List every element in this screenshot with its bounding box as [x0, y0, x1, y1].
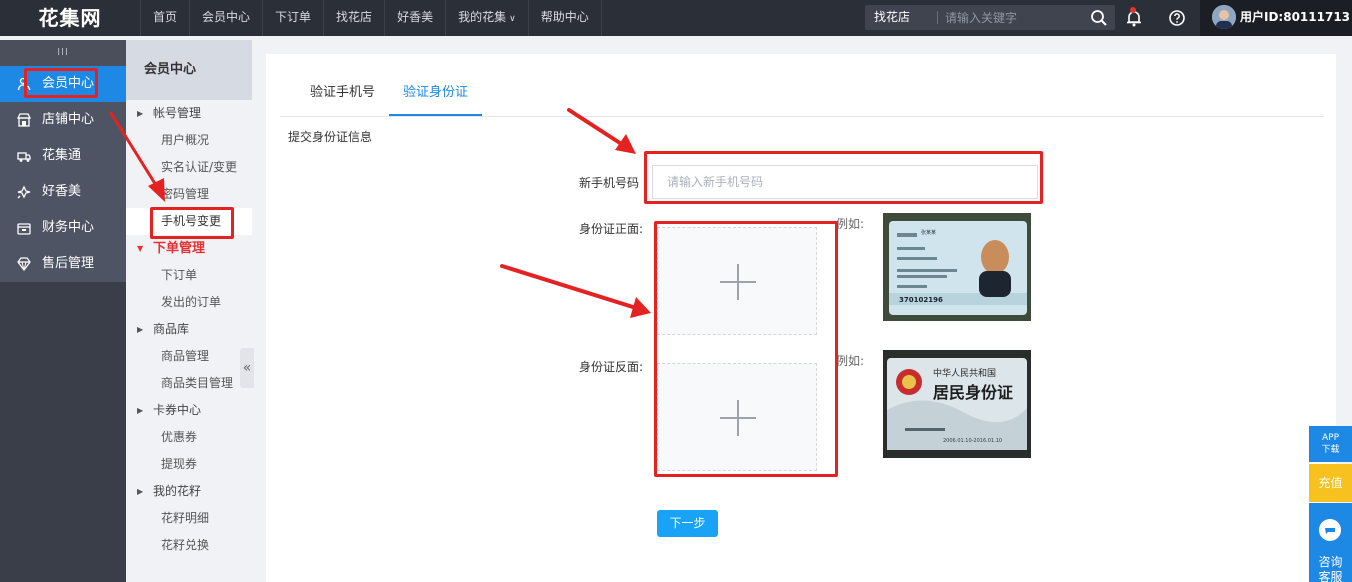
submenu-place-order[interactable]: 下订单 — [126, 262, 252, 289]
submenu-seed-exchange[interactable]: 花籽兑换 — [126, 532, 252, 559]
diamond-icon — [17, 257, 31, 271]
tab-verify-id[interactable]: 验证身份证 — [389, 78, 483, 116]
nav-my-huaji[interactable]: 我的花集 ∨ — [445, 0, 528, 36]
submenu-group-label: 帐号管理 — [153, 106, 202, 120]
submenu-password[interactable]: 密码管理 — [126, 181, 252, 208]
id-back-example-country: 中华人民共和国 — [933, 367, 996, 379]
search-input[interactable] — [945, 7, 1085, 28]
top-bar: 花集网 首页 会员中心 下订单 找花店 好香美 我的花集∨ 帮助中心 找花店 用… — [0, 0, 1352, 36]
caret-right-icon: ▶ — [137, 109, 144, 118]
sidebar-item-shop-center[interactable]: 店铺中心 — [0, 102, 126, 138]
app-download-label-line1: APP — [1321, 433, 1339, 443]
submenu-group-label: 卡券中心 — [153, 403, 202, 417]
flower-icon — [17, 185, 31, 199]
id-back-example-validity: 2006.01.10-2016.01.10 — [943, 438, 1002, 444]
annotation-box-phone-change — [150, 207, 234, 239]
annotation-box-member-center — [24, 68, 98, 98]
submenu-group-products[interactable]: ▶ 商品库 — [126, 316, 252, 343]
example-label-front: 例如: — [836, 217, 865, 231]
chat-icon — [1319, 519, 1341, 541]
main-sidebar: III 会员中心 店铺中心 花集通 好香美 财务中心 售后管理 — [0, 40, 126, 582]
sidebar-item-label: 财务中心 — [42, 220, 95, 235]
customer-service-label-line1: 咨询 — [1318, 555, 1343, 569]
shop-icon — [17, 113, 31, 127]
id-front-example-image: 张某某 370102196 — [883, 213, 1031, 321]
submenu-withdraw-coupons[interactable]: 提现券 — [126, 451, 252, 478]
avatar — [1212, 5, 1236, 29]
sidebar-item-finance-center[interactable]: 财务中心 — [0, 210, 126, 246]
tab-divider — [280, 116, 1324, 117]
customer-service-button[interactable]: 咨询 客服 — [1309, 503, 1352, 582]
sidebar-menu: 会员中心 店铺中心 花集通 好香美 财务中心 售后管理 — [0, 66, 126, 282]
nav-member-center[interactable]: 会员中心 — [189, 0, 262, 36]
sidebar-item-huajitong[interactable]: 花集通 — [0, 138, 126, 174]
phone-label: 新手机号码 — [579, 176, 640, 190]
search-divider — [937, 11, 938, 24]
collapse-sidebar-button[interactable]: « — [240, 348, 254, 388]
nav-find-shop[interactable]: 找花店 — [323, 0, 384, 36]
id-back-example-image: 中华人民共和国 居民身份证 2006.01.10-2016.01.10 — [883, 350, 1031, 458]
sidebar-item-label: 花集通 — [42, 148, 82, 163]
submenu-product-manage[interactable]: 商品管理 — [126, 343, 252, 370]
search-box: 找花店 — [865, 5, 1115, 30]
id-back-label: 身份证反面: — [579, 360, 644, 374]
sidebar-item-label: 售后管理 — [42, 256, 95, 271]
annotation-box-id-uploads — [654, 221, 838, 477]
submenu-group-coupons[interactable]: ▶ 卡券中心 — [126, 397, 252, 424]
user-id: 用户ID:80111713 — [1240, 10, 1351, 24]
nav-help-center[interactable]: 帮助中心 — [527, 0, 602, 36]
submenu-group-orders[interactable]: ▼ 下单管理 — [126, 235, 252, 262]
wallet-icon — [17, 223, 31, 235]
tab-verify-phone[interactable]: 验证手机号 — [296, 78, 389, 116]
id-front-label: 身份证正面: — [579, 222, 644, 236]
sub-sidebar-title: 会员中心 — [126, 40, 252, 100]
submenu-real-name-auth[interactable]: 实名认证/变更 — [126, 154, 252, 181]
submenu-seed-detail[interactable]: 花籽明细 — [126, 505, 252, 532]
help-icon[interactable] — [1168, 9, 1186, 27]
customer-service-label-line2: 客服 — [1318, 570, 1343, 582]
notification-dot — [1130, 7, 1136, 13]
sidebar-item-label: 好香美 — [42, 184, 82, 199]
top-nav: 首页 会员中心 下订单 找花店 好香美 我的花集 ∨ 帮助中心 — [140, 0, 602, 36]
submenu-group-label: 商品库 — [153, 322, 190, 336]
app-download-button[interactable]: APP 下载 — [1309, 426, 1352, 462]
recharge-button[interactable]: 充值 — [1309, 464, 1352, 502]
chevron-down-icon: ∨ — [509, 14, 516, 24]
sub-sidebar: 会员中心 ▶ 帐号管理 用户概况 实名认证/变更 密码管理 手机号变更 ▼ 下单管理… — [126, 40, 252, 582]
section-title: 提交身份证信息 — [288, 130, 373, 144]
annotation-box-phone-input — [644, 151, 1043, 204]
tab-bar: 验证手机号 验证身份证 — [296, 78, 483, 116]
nav-home[interactable]: 首页 — [140, 0, 189, 36]
example-label-back: 例如: — [836, 354, 865, 368]
nav-place-order[interactable]: 下订单 — [262, 0, 323, 36]
nav-haoxiangmei[interactable]: 好香美 — [384, 0, 445, 36]
submenu-discount-coupons[interactable]: 优惠券 — [126, 424, 252, 451]
submenu-group-seeds[interactable]: ▶ 我的花籽 — [126, 478, 252, 505]
next-step-button[interactable]: 下一步 — [657, 510, 718, 537]
caret-right-icon: ▶ — [137, 325, 144, 334]
search-type-select[interactable]: 找花店 — [874, 5, 910, 30]
sidebar-item-after-sales[interactable]: 售后管理 — [0, 246, 126, 282]
submenu-user-overview[interactable]: 用户概况 — [126, 127, 252, 154]
caret-right-icon: ▶ — [137, 487, 144, 496]
submenu-group-label: 我的花籽 — [153, 484, 202, 498]
submenu-group-account[interactable]: ▶ 帐号管理 — [126, 100, 252, 127]
nav-my-huaji-label: 我的花集 — [458, 10, 507, 24]
sidebar-toggle[interactable]: III — [0, 40, 126, 66]
submenu-sent-orders[interactable]: 发出的订单 — [126, 289, 252, 316]
search-icon[interactable] — [1090, 9, 1108, 27]
id-back-example-title: 居民身份证 — [933, 383, 1013, 402]
id-front-example-name: 张某某 — [921, 229, 936, 236]
brand-logo[interactable]: 花集网 — [0, 0, 140, 36]
user-menu[interactable]: 用户ID:80111713 — [1200, 0, 1352, 36]
submenu-category-manage[interactable]: 商品类目管理 — [126, 370, 252, 397]
truck-icon — [17, 152, 31, 162]
app-download-label-line2: 下载 — [1321, 445, 1340, 455]
sidebar-item-haoxiangmei[interactable]: 好香美 — [0, 174, 126, 210]
caret-down-icon: ▼ — [137, 244, 144, 253]
sidebar-item-label: 店铺中心 — [42, 112, 95, 127]
caret-right-icon: ▶ — [137, 406, 144, 415]
id-front-example-number: 370102196 — [899, 296, 943, 304]
submenu-group-label: 下单管理 — [153, 241, 206, 256]
